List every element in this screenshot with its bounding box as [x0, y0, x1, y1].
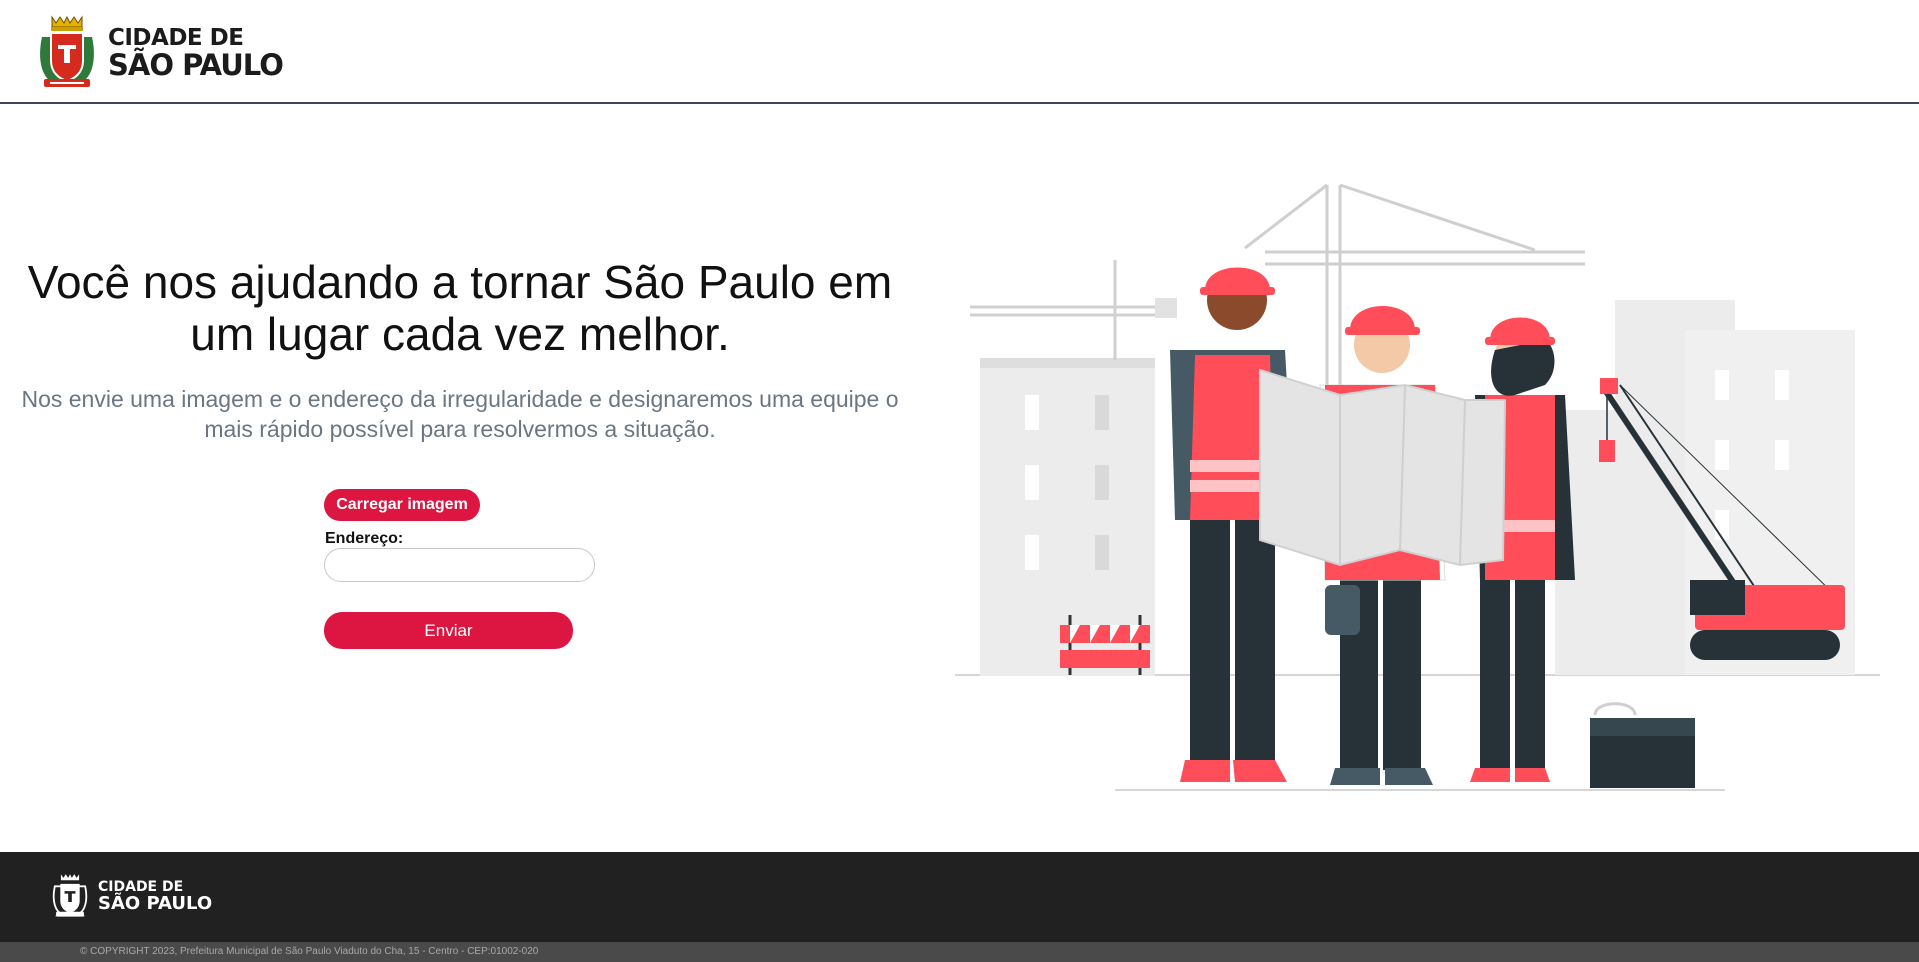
coat-of-arms-icon	[40, 15, 94, 87]
crane-left	[970, 260, 1177, 360]
footer-logo-line2: SÃO PAULO	[98, 892, 213, 914]
hero-title: Você nos ajudando a tornar São Paulo em …	[27, 256, 893, 360]
construction-workers-illustration	[955, 183, 1880, 791]
footer-logo-line1: CIDADE DE	[98, 878, 184, 895]
copyright-bar: © COPYRIGHT 2023, Prefeitura Municipal d…	[0, 942, 1919, 962]
upload-image-button[interactable]: Carregar imagem	[324, 489, 480, 521]
site-footer	[0, 852, 1919, 942]
site-header: CIDADE DE SÃO PAULO	[0, 0, 1919, 104]
logo-line2: SÃO PAULO	[108, 47, 284, 82]
address-label: Endereço:	[325, 530, 404, 547]
briefcase	[1590, 702, 1695, 788]
hero-subtitle: Nos envie uma imagem e o endereço da irr…	[21, 386, 899, 442]
footer-logo[interactable]: CIDADE DE SÃO PAULO	[52, 873, 212, 919]
submit-button[interactable]: Enviar	[324, 612, 573, 649]
address-input[interactable]	[324, 548, 595, 582]
coat-of-arms-icon	[52, 874, 88, 917]
copyright-text: © COPYRIGHT 2023, Prefeitura Municipal d…	[80, 946, 539, 957]
blueprint	[1259, 368, 1507, 567]
logo-line1: CIDADE DE	[108, 24, 244, 51]
header-logo[interactable]: CIDADE DE SÃO PAULO	[38, 15, 284, 91]
